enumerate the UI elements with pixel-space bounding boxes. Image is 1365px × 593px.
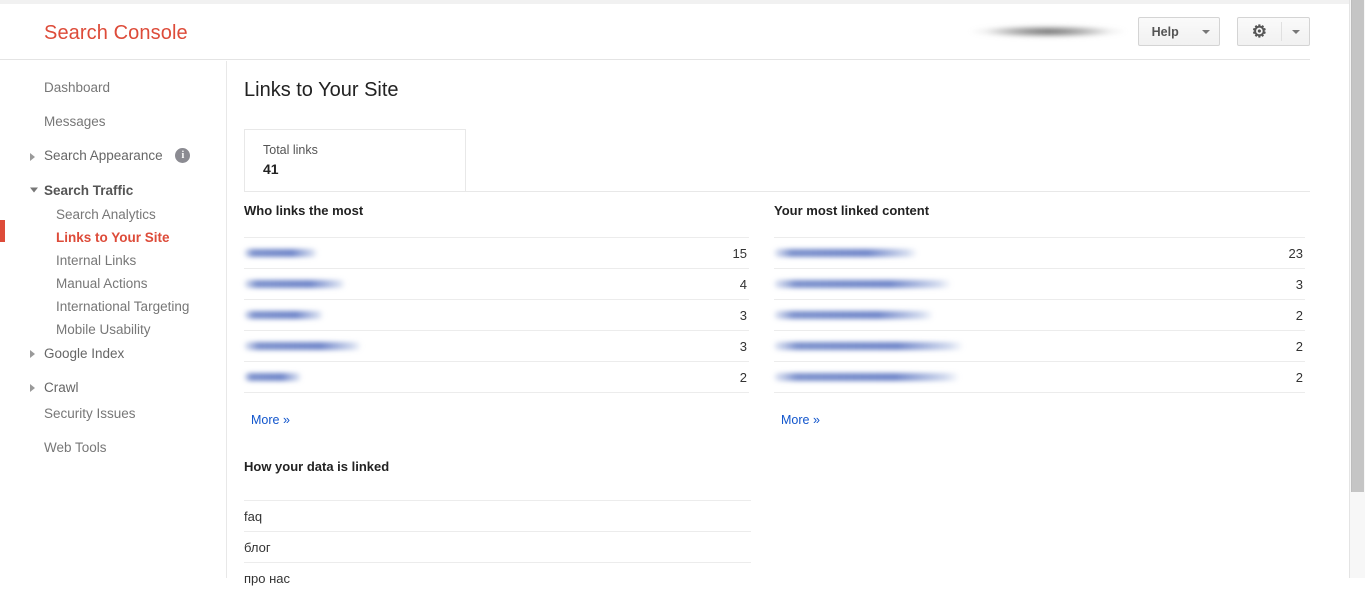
sidebar-item-security-issues[interactable]: Security Issues (0, 407, 136, 421)
sidebar-item-label: Dashboard (44, 80, 111, 95)
sidebar-item-links-to-your-site[interactable]: Links to Your Site (0, 231, 170, 245)
anchor-text: блог (244, 539, 271, 555)
sidebar-item-search-traffic[interactable]: Search Traffic (0, 184, 133, 198)
header-actions: Help ⚙ (967, 17, 1310, 46)
settings-button[interactable]: ⚙ (1236, 17, 1310, 46)
list-item[interactable]: блог (244, 531, 751, 562)
info-icon[interactable]: i (175, 148, 191, 163)
sidebar-item-label: Manual Actions (56, 276, 148, 291)
how-data-is-linked-title: How your data is linked (244, 459, 390, 474)
anchor-text: про нас (244, 570, 291, 586)
linking-site-redacted (244, 249, 318, 257)
main-content: Links to Your Site Total links 41 Who li… (228, 61, 1349, 586)
page-scrollbar[interactable] (1349, 0, 1365, 578)
sidebar-item-international-targeting[interactable]: International Targeting (0, 300, 189, 314)
link-count: 2 (1295, 307, 1303, 323)
link-count: 3 (739, 307, 747, 323)
linked-page-redacted (774, 311, 934, 319)
table-row[interactable]: 2 (774, 330, 1305, 361)
page-title: Links to Your Site (244, 79, 399, 101)
total-links-card: Total links 41 (244, 129, 466, 192)
sidebar-item-label: Google Index (44, 346, 125, 361)
sidebar-item-label: Mobile Usability (56, 322, 151, 337)
sidebar-item-label: Security Issues (44, 406, 136, 421)
total-links-value: 41 (263, 161, 279, 177)
sidebar-item-web-tools[interactable]: Web Tools (0, 441, 107, 455)
app-header: Search Console Help ⚙ (0, 4, 1310, 60)
triangle-right-icon (30, 152, 35, 161)
sidebar-item-label: Search Traffic (44, 183, 134, 198)
link-count: 3 (1295, 276, 1303, 292)
link-count: 2 (1295, 369, 1303, 385)
triangle-down-icon (30, 187, 38, 193)
chevron-down-icon (1201, 29, 1210, 34)
anchor-text: faq (244, 508, 263, 524)
linked-page-redacted (774, 342, 964, 350)
sidebar-item-label: Internal Links (56, 253, 137, 268)
sidebar-item-dashboard[interactable]: Dashboard (0, 81, 110, 95)
link-count: 15 (732, 245, 747, 261)
sidebar-item-label: Crawl (44, 380, 79, 395)
table-row[interactable]: 23 (774, 237, 1305, 268)
sidebar-item-crawl[interactable]: Crawl (0, 381, 79, 395)
table-row[interactable]: 3 (244, 299, 749, 330)
account-email-redacted (967, 24, 1128, 39)
sidebar-item-messages[interactable]: Messages (0, 115, 106, 129)
linked-page-redacted (774, 373, 960, 381)
most-linked-content-title: Your most linked content (774, 203, 930, 218)
help-dropdown-arrow[interactable] (1192, 18, 1219, 45)
app-brand-title: Search Console (44, 22, 188, 44)
table-row[interactable]: 3 (244, 330, 749, 361)
linking-site-redacted (244, 280, 346, 288)
who-links-the-most-section: Who links the most 15 4 3 3 2 More » (244, 203, 749, 429)
gear-icon[interactable]: ⚙ (1238, 18, 1281, 45)
most-linked-content-table: 23 3 2 2 2 (774, 237, 1305, 393)
sidebar-item-google-index[interactable]: Google Index (0, 347, 124, 361)
sidebar-item-search-analytics[interactable]: Search Analytics (0, 208, 156, 222)
sidebar-item-label: Messages (44, 114, 106, 129)
table-row[interactable]: 2 (244, 361, 749, 393)
link-count: 3 (739, 338, 747, 354)
linking-site-redacted (244, 311, 324, 319)
chevron-down-icon (1292, 29, 1300, 34)
sidebar-item-label: Web Tools (44, 440, 107, 455)
table-row[interactable]: 4 (244, 268, 749, 299)
most-linked-content-section: Your most linked content 23 3 2 2 2 More… (774, 203, 1305, 429)
linking-site-redacted (244, 373, 302, 381)
list-item[interactable]: faq (244, 500, 751, 531)
triangle-right-icon (30, 349, 35, 358)
table-row[interactable]: 3 (774, 268, 1305, 299)
link-count: 2 (1295, 338, 1303, 354)
most-linked-more-link[interactable]: More » (781, 413, 820, 427)
sidebar-item-label: Search Analytics (56, 207, 156, 222)
total-links-label: Total links (263, 143, 318, 157)
sidebar-item-label: Links to Your Site (56, 230, 170, 245)
sidebar-item-internal-links[interactable]: Internal Links (0, 254, 136, 268)
table-row[interactable]: 15 (244, 237, 749, 268)
table-row[interactable]: 2 (774, 299, 1305, 330)
table-row[interactable]: 2 (774, 361, 1305, 393)
link-count: 4 (739, 276, 747, 292)
help-button[interactable]: Help (1137, 17, 1220, 46)
sidebar-item-mobile-usability[interactable]: Mobile Usability (0, 323, 151, 337)
linking-site-redacted (244, 342, 362, 350)
sidebar-item-manual-actions[interactable]: Manual Actions (0, 277, 148, 291)
triangle-right-icon (30, 383, 35, 392)
who-links-more-link[interactable]: More » (251, 413, 290, 427)
who-links-the-most-title: Who links the most (244, 203, 364, 218)
sidebar-item-label: International Targeting (56, 299, 190, 314)
who-links-the-most-table: 15 4 3 3 2 (244, 237, 749, 393)
sidebar-item-search-appearance[interactable]: Search Appearance i (0, 148, 191, 164)
help-button-label: Help (1151, 24, 1179, 39)
how-data-is-linked-section: How your data is linked faq блог про нас (244, 459, 751, 593)
settings-dropdown-arrow[interactable] (1282, 18, 1309, 45)
card-divider (244, 191, 1310, 192)
link-count: 2 (739, 369, 747, 385)
link-count: 23 (1288, 245, 1303, 261)
sidebar-item-label: Search Appearance (44, 148, 163, 164)
sidebar-nav: Dashboard Messages Search Appearance i S… (0, 61, 227, 578)
linked-page-redacted (774, 280, 952, 288)
page-scrollbar-thumb[interactable] (1351, 0, 1364, 492)
linked-page-redacted (774, 249, 918, 257)
